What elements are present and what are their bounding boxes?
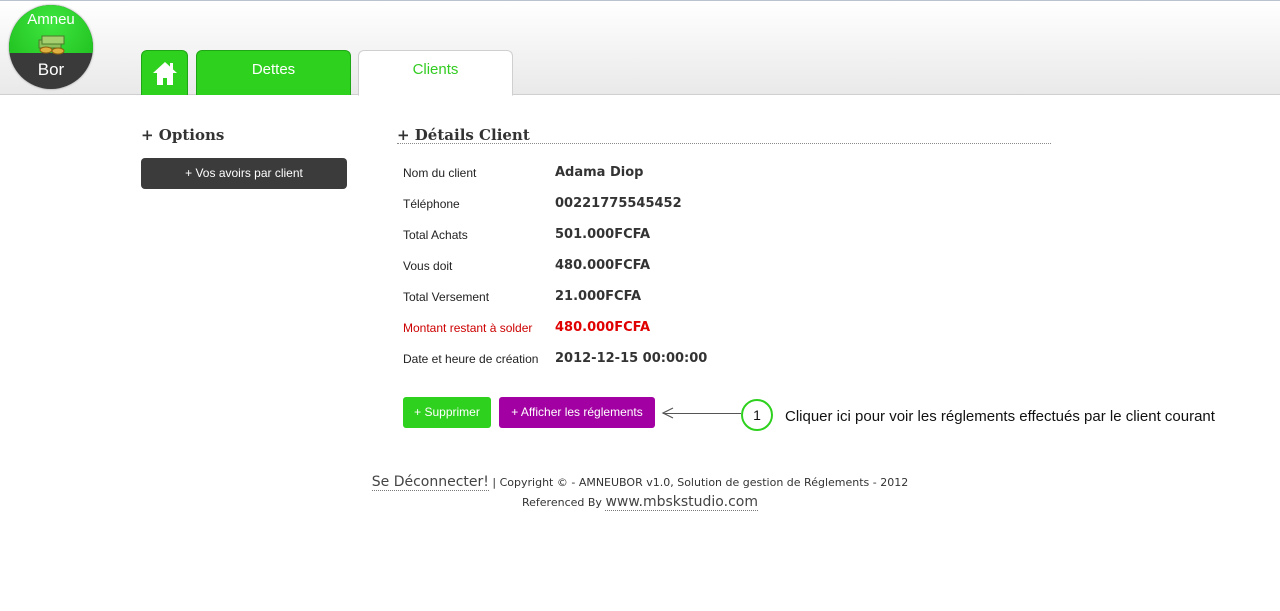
delete-button[interactable]: + Supprimer <box>403 397 491 428</box>
phone-value: 00221775545452 <box>555 196 682 211</box>
referenced-by-text: Referenced By <box>522 496 606 509</box>
copyright-text: | Copyright © - AMNEUBOR v1.0, Solution … <box>488 476 909 489</box>
montant-restant-value: 480.000FCFA <box>555 320 651 335</box>
tab-dettes[interactable]: Dettes <box>196 50 351 95</box>
callout-number-badge: 1 <box>741 399 773 431</box>
vos-avoirs-par-client-button[interactable]: + Vos avoirs par client <box>141 158 347 189</box>
client-name-label: Nom du client <box>403 166 477 180</box>
details-title: + Détails Client <box>397 126 530 144</box>
total-versement-value: 21.000FCFA <box>555 289 642 304</box>
callout-text: Cliquer ici pour voir les réglements eff… <box>785 408 1215 425</box>
studio-link[interactable]: www.mbskstudio.com <box>605 494 758 511</box>
total-versement-label: Total Versement <box>403 290 490 304</box>
show-payments-button[interactable]: + Afficher les réglements <box>499 397 655 428</box>
details-divider <box>397 143 1051 144</box>
money-stack-icon <box>38 35 65 55</box>
arrow-left-icon <box>661 407 674 419</box>
logo-text-top: Amneu <box>27 11 75 28</box>
logo-text-bottom: Bor <box>37 60 65 79</box>
app-logo[interactable]: Amneu Bor <box>9 5 93 89</box>
total-achats-label: Total Achats <box>403 228 468 242</box>
client-name-value: Adama Diop <box>555 165 644 180</box>
tab-clients[interactable]: Clients <box>358 50 513 96</box>
top-bar <box>0 0 1280 95</box>
options-title: + Options <box>141 126 225 144</box>
creation-date-value: 2012-12-15 00:00:00 <box>555 351 708 366</box>
creation-date-label: Date et heure de création <box>403 352 539 366</box>
montant-restant-label: Montant restant à solder <box>403 321 533 335</box>
total-achats-value: 501.000FCFA <box>555 227 651 242</box>
vous-doit-value: 480.000FCFA <box>555 258 651 273</box>
phone-label: Téléphone <box>403 197 460 211</box>
footer: Se Déconnecter! | Copyright © - AMNEUBOR… <box>300 474 980 511</box>
vous-doit-label: Vous doit <box>403 259 453 273</box>
home-icon <box>153 62 177 85</box>
logout-link[interactable]: Se Déconnecter! <box>371 474 489 491</box>
tab-home[interactable] <box>141 50 188 95</box>
